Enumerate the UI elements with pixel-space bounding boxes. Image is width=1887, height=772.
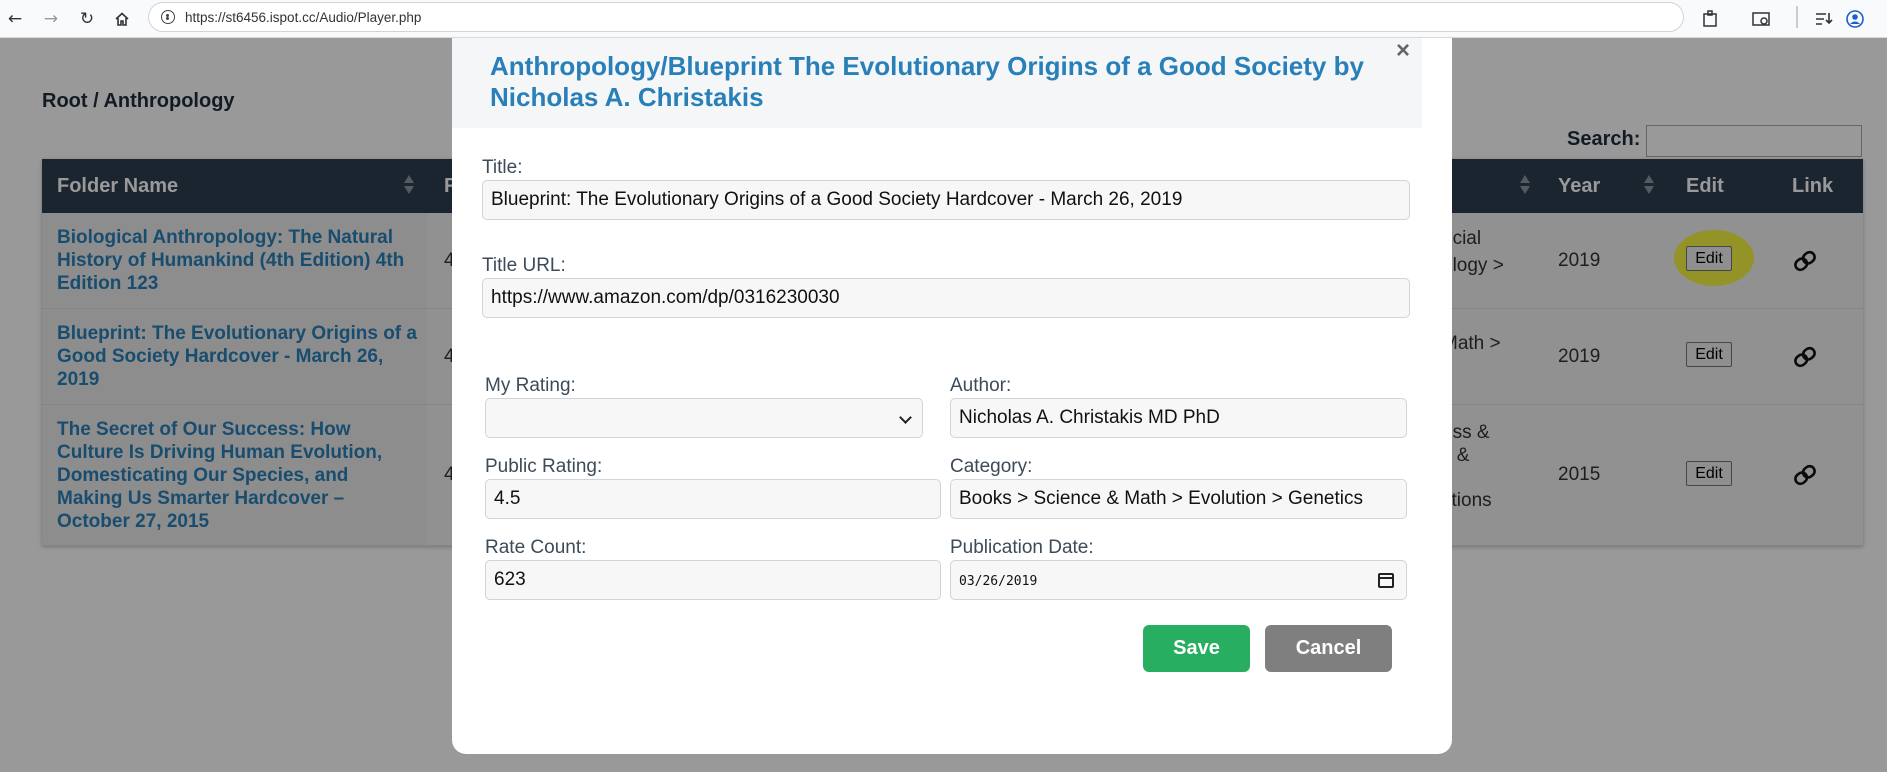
cancel-button[interactable]: Cancel [1265, 625, 1392, 672]
author-label: Author: [950, 375, 1012, 396]
my-rating-select[interactable] [485, 398, 923, 438]
profile-icon[interactable] [1842, 6, 1868, 32]
title-input[interactable]: Blueprint: The Evolutionary Origins of a… [482, 180, 1410, 220]
close-icon[interactable]: × [1396, 37, 1410, 65]
category-label: Category: [950, 456, 1033, 477]
rate-count-label: Rate Count: [485, 537, 587, 558]
modal-title: Anthropology/Blueprint The Evolutionary … [490, 51, 1364, 112]
category-input[interactable]: Books > Science & Math > Evolution > Gen… [950, 479, 1407, 519]
public-rating-label: Public Rating: [485, 456, 603, 477]
browser-toolbar: ← → ↻ https://st6456.ispot.cc/Audio/Play… [0, 0, 1887, 38]
cast-icon[interactable] [1748, 6, 1774, 32]
publication-date-value: 03/26/2019 [959, 574, 1038, 589]
title-label: Title: [482, 157, 523, 178]
title-url-input[interactable]: https://www.amazon.com/dp/0316230030 [482, 278, 1410, 318]
address-bar[interactable]: https://st6456.ispot.cc/Audio/Player.php [148, 2, 1684, 32]
save-button[interactable]: Save [1143, 625, 1250, 672]
extensions-icon[interactable] [1698, 6, 1724, 32]
modal-header: Anthropology/Blueprint The Evolutionary … [452, 38, 1422, 128]
home-icon[interactable] [109, 6, 135, 32]
calendar-icon[interactable] [1378, 573, 1394, 588]
site-info-icon[interactable] [161, 10, 175, 24]
rate-count-input[interactable]: 623 [485, 560, 941, 600]
edit-modal: Anthropology/Blueprint The Evolutionary … [452, 37, 1452, 754]
title-url-label: Title URL: [482, 255, 566, 276]
my-rating-label: My Rating: [485, 375, 576, 396]
chevron-down-icon [899, 411, 912, 424]
publication-date-label: Publication Date: [950, 537, 1094, 558]
public-rating-input[interactable]: 4.5 [485, 479, 941, 519]
reload-icon[interactable]: ↻ [74, 6, 100, 32]
toolbar-divider [1796, 6, 1798, 28]
back-arrow-icon[interactable]: ← [2, 6, 28, 32]
author-input[interactable]: Nicholas A. Christakis MD PhD [950, 398, 1407, 438]
url-text: https://st6456.ispot.cc/Audio/Player.php [185, 10, 422, 25]
reading-list-icon[interactable] [1811, 6, 1837, 32]
forward-arrow-icon[interactable]: → [38, 6, 64, 32]
publication-date-input[interactable]: 03/26/2019 [950, 560, 1407, 600]
